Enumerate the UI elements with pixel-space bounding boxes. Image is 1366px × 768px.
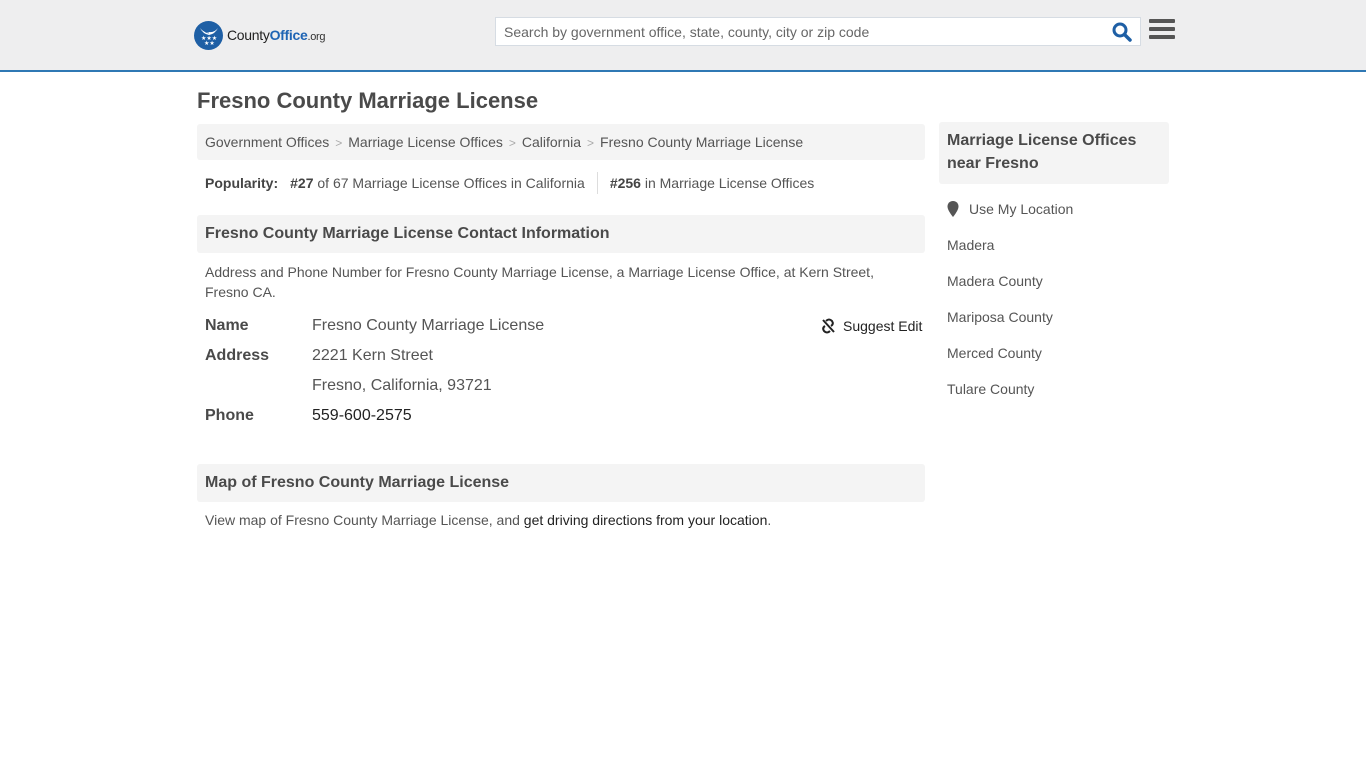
menu-bar — [1149, 19, 1175, 23]
name-value: Fresno County Marriage License — [312, 317, 545, 334]
national-rank-text: in Marriage License Offices — [644, 175, 815, 191]
breadcrumb-item[interactable]: Marriage License Offices — [348, 134, 503, 150]
search-input[interactable] — [496, 18, 1096, 45]
logo-office: Office — [269, 27, 308, 43]
map-text-end: . — [767, 512, 772, 528]
address-line1: 2221 Kern Street — [312, 347, 433, 364]
search-bar — [495, 17, 1141, 46]
sidebar-item: Merced County — [947, 345, 1042, 361]
page-title: Fresno County Marriage License — [197, 88, 539, 113]
search-icon — [1112, 22, 1132, 42]
state-rank-text: of 67 Marriage License Offices in Califo… — [317, 175, 585, 191]
suggest-edit-link[interactable]: Suggest Edit — [843, 318, 922, 334]
national-rank: #256 in Marriage License Offices — [610, 175, 814, 191]
svg-text:★★: ★★ — [204, 40, 215, 45]
breadcrumb-separator: > — [335, 136, 343, 150]
contact-description: Address and Phone Number for Fresno Coun… — [205, 264, 874, 300]
address-line2: Fresno, California, 93721 — [312, 377, 492, 394]
sidebar-item: Tulare County — [947, 381, 1034, 397]
phone-link[interactable]: 559-600-2575 — [312, 407, 412, 424]
map-text: View map of Fresno County Marriage Licen… — [205, 512, 524, 528]
use-location-row[interactable]: Use My Location — [947, 201, 1073, 217]
logo-tld: .org — [307, 31, 326, 43]
contact-section-heading: Fresno County Marriage License Contact I… — [197, 215, 925, 253]
address-label: Address — [205, 347, 270, 364]
map-description: View map of Fresno County Marriage Licen… — [205, 510, 905, 530]
breadcrumb-item[interactable]: California — [522, 134, 581, 150]
national-rank-number: #256 — [609, 175, 641, 191]
site-logo[interactable]: ★★★ ★★ CountyOffice.org — [194, 20, 326, 50]
logo-county: County — [227, 27, 270, 43]
popularity-stats: Popularity: #27 of 67 Marriage License O… — [205, 172, 814, 194]
breadcrumb-separator: > — [587, 136, 595, 150]
nearby-office-link[interactable]: Mariposa County — [947, 309, 1053, 325]
site-header: ★★★ ★★ CountyOffice.org — [0, 0, 1366, 72]
nearby-office-link[interactable]: Merced County — [947, 345, 1042, 361]
search-button[interactable] — [1112, 22, 1134, 42]
eagle-stars-logo-icon: ★★★ ★★ — [194, 20, 223, 50]
breadcrumb: Government Offices > Marriage License Offi… — [197, 124, 925, 160]
phone-label: Phone — [205, 407, 254, 424]
hamburger-menu-button[interactable] — [1149, 19, 1175, 41]
menu-bar — [1149, 27, 1175, 31]
nearby-office-link[interactable]: Madera — [947, 237, 994, 253]
map-section-heading: Map of Fresno County Marriage License — [197, 464, 925, 502]
divider — [596, 172, 598, 194]
popularity-label: Popularity: — [205, 175, 279, 191]
sidebar-item: Madera County — [947, 273, 1043, 289]
phone-value: 559-600-2575 — [312, 407, 412, 425]
state-rank-number: #27 — [290, 175, 314, 191]
map-pin-icon — [947, 201, 959, 217]
breadcrumb-item[interactable]: Government Offices — [205, 134, 329, 150]
breadcrumb-separator: > — [508, 136, 516, 150]
sidebar-heading: Marriage License Offices near Fresno — [939, 122, 1169, 184]
breadcrumb-current: Fresno County Marriage License — [600, 134, 804, 150]
sidebar-item: Mariposa County — [947, 309, 1053, 325]
menu-bar — [1149, 35, 1175, 39]
state-rank: #27 of 67 Marriage License Offices in Ca… — [290, 175, 585, 191]
suggest-edit-button[interactable]: Suggest Edit — [820, 318, 922, 334]
driving-directions-link[interactable]: get driving directions from your locatio… — [524, 512, 768, 528]
nearby-office-link[interactable]: Tulare County — [947, 381, 1034, 397]
logo-wordmark: CountyOffice.org — [227, 27, 326, 43]
use-my-location-link[interactable]: Use My Location — [969, 201, 1073, 217]
name-label: Name — [205, 317, 249, 334]
broken-link-icon — [822, 318, 835, 334]
nearby-office-link[interactable]: Madera County — [947, 273, 1043, 289]
sidebar-item: Madera — [947, 237, 994, 253]
